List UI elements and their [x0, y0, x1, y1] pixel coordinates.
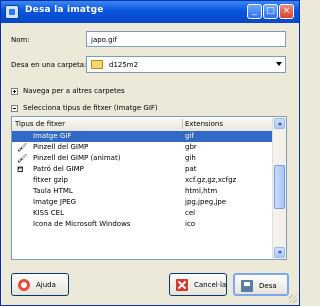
- filetype-ext: cel: [185, 209, 196, 217]
- name-field[interactable]: japo.gif: [86, 31, 286, 47]
- cancel-button[interactable]: Cancel·la: [169, 273, 227, 296]
- window-title: Desa la imatge: [25, 5, 104, 15]
- save-button-label: Desa: [259, 282, 277, 290]
- filetype-name: Pinzell del GIMP: [33, 143, 89, 151]
- column-header-type[interactable]: Tipus de fitxer: [15, 120, 65, 128]
- filetype-table: Tipus de fitxer Extensions Imatge GIF gi…: [11, 116, 287, 260]
- maximize-button[interactable]: □: [263, 4, 278, 19]
- table-row[interactable]: 🖌 Pinzell del GIMP gbr: [12, 142, 274, 153]
- bucket-icon: ⛾: [17, 165, 24, 174]
- table-row[interactable]: fitxer gzip xcf.gz,gz,xcfgz: [12, 175, 274, 186]
- table-row[interactable]: KISS CEL cel: [12, 208, 274, 219]
- browse-folders-expander[interactable]: Navega per a altres carpetes: [23, 87, 125, 95]
- folder-combo[interactable]: d125m2: [86, 56, 286, 73]
- browse-expander-icon[interactable]: [11, 88, 18, 95]
- table-row[interactable]: 🖌 Pinzell del GIMP (animat) gih: [12, 153, 274, 164]
- help-icon: [18, 279, 30, 291]
- table-header: Tipus de fitxer Extensions: [12, 117, 274, 132]
- scroll-up-button[interactable]: [274, 118, 285, 129]
- save-image-dialog: Desa la imatge _ □ × Nom: japo.gif Desa …: [0, 0, 300, 306]
- filetype-name: KISS CEL: [33, 209, 64, 217]
- app-icon: [5, 5, 19, 19]
- save-icon: [241, 280, 253, 292]
- folder-combo-value: d125m2: [109, 61, 139, 69]
- column-header-extensions[interactable]: Extensions: [185, 120, 223, 128]
- cancel-icon: [176, 279, 188, 291]
- cancel-button-label: Cancel·la: [194, 281, 227, 289]
- filetype-ext: jpg,jpeg,jpe: [185, 198, 227, 206]
- filetype-name: Patró del GIMP: [33, 165, 84, 173]
- filetype-ext: gbr: [185, 143, 197, 151]
- filetype-name: Pinzell del GIMP (animat): [33, 154, 121, 162]
- minimize-button[interactable]: _: [247, 4, 262, 19]
- paintbrush-icon: 🖌: [17, 143, 28, 152]
- close-button[interactable]: ×: [279, 4, 294, 19]
- help-button-label: Ajuda: [36, 281, 56, 289]
- folder-icon: [91, 60, 103, 69]
- filetype-name: Taula HTML: [33, 187, 73, 195]
- column-separator: [182, 119, 183, 129]
- help-button[interactable]: Ajuda: [11, 273, 69, 296]
- name-label: Nom:: [11, 36, 30, 44]
- paintbrush-icon: 🖌: [17, 154, 28, 163]
- table-row[interactable]: ⛾ Patró del GIMP pat: [12, 164, 274, 175]
- scroll-down-button[interactable]: [274, 247, 285, 258]
- table-row[interactable]: Taula HTML html,htm: [12, 186, 274, 197]
- filetype-expander[interactable]: Selecciona tipus de fitxer (Imatge GIF): [23, 104, 158, 112]
- resize-grip[interactable]: [289, 295, 297, 303]
- save-button[interactable]: Desa: [233, 273, 289, 296]
- chevron-down-icon: [276, 62, 282, 66]
- filetype-ext: gih: [185, 154, 196, 162]
- filetype-name: Imatge JPEG: [33, 198, 77, 206]
- table-row[interactable]: Imatge GIF gif: [12, 131, 274, 142]
- table-row[interactable]: Imatge JPEG jpg,jpeg,jpe: [12, 197, 274, 208]
- filetype-expander-icon[interactable]: [11, 105, 18, 112]
- filetype-name: Icona de Microsoft Windows: [33, 220, 131, 228]
- filetype-ext: html,htm: [185, 187, 218, 195]
- filetype-ext: ico: [185, 220, 196, 228]
- folder-label: Desa en una carpeta:: [11, 61, 87, 69]
- filetype-ext: xcf.gz,gz,xcfgz: [185, 176, 237, 184]
- table-row[interactable]: Icona de Microsoft Windows ico: [12, 219, 274, 230]
- filetype-rows: Imatge GIF gif 🖌 Pinzell del GIMP gbr 🖌 …: [12, 131, 274, 230]
- name-field-value: japo.gif: [91, 36, 117, 44]
- filetype-ext: gif: [185, 132, 194, 140]
- filetype-name: fitxer gzip: [33, 176, 68, 184]
- filetype-name: Imatge GIF: [33, 132, 72, 140]
- filetype-ext: pat: [185, 165, 197, 173]
- scroll-thumb[interactable]: [274, 165, 285, 209]
- vertical-scrollbar[interactable]: [272, 117, 286, 259]
- title-bar[interactable]: Desa la imatge _ □ ×: [1, 1, 299, 23]
